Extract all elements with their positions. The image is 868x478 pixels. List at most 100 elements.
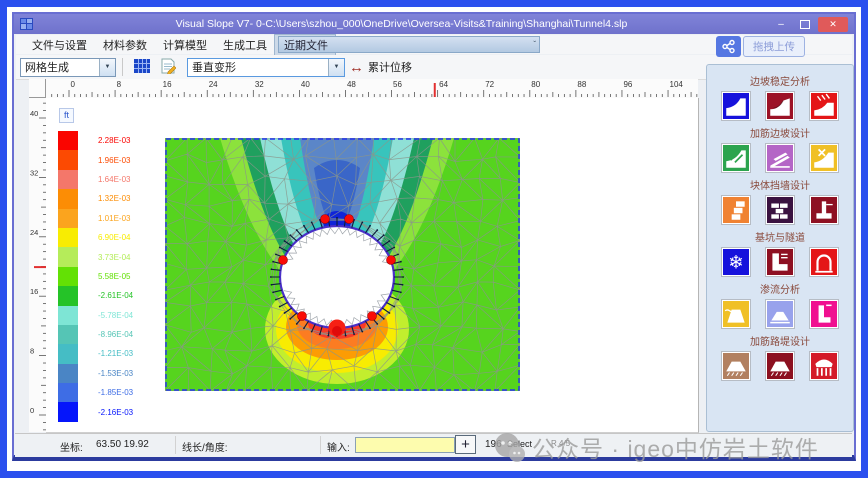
legend-swatch: [58, 169, 78, 190]
slope-rain-icon[interactable]: [809, 91, 839, 121]
legend-entry: -1.21E-03: [58, 344, 134, 364]
svg-text:24: 24: [209, 80, 218, 89]
tool-sidebar: 边坡稳定分析 加筋边坡设计块体挡墙设计 基坑与隧道 ❄ 渗流分析加筋路堤设计: [706, 64, 854, 432]
svg-text:40: 40: [301, 80, 310, 89]
legend-unit: ft: [59, 108, 75, 123]
embankment-fill-icon[interactable]: [765, 351, 795, 381]
sidebar-section-4: 基坑与隧道 ❄: [707, 229, 853, 277]
sidebar-section-label: 渗流分析: [760, 285, 800, 296]
mesh-tool-combo[interactable]: 网格生成 ▼: [20, 57, 116, 77]
menu-item-3[interactable]: 计算模型: [155, 35, 215, 55]
pile-embankment-icon[interactable]: [809, 351, 839, 381]
svg-text:40: 40: [30, 109, 38, 118]
watermark: 公众号 · igeo中仿岩土软件: [492, 430, 819, 464]
legend-swatch: [58, 247, 78, 267]
input-label: 输入:: [327, 443, 350, 454]
sidebar-section-label: 边坡稳定分析: [750, 77, 810, 88]
minimize-button[interactable]: –: [770, 17, 792, 32]
legend-value: -2.61E-04: [98, 291, 134, 301]
legend-entry: -2.61E-04: [58, 286, 134, 306]
vertical-ruler[interactable]: 40 32 24 16 8 0: [29, 98, 47, 432]
command-input[interactable]: [355, 437, 455, 453]
legend-value: -1.53E-03: [98, 368, 134, 378]
close-button[interactable]: ✕: [818, 16, 848, 32]
svg-text:8: 8: [30, 347, 34, 356]
menu-item-2[interactable]: 材料参数: [95, 35, 155, 55]
maximize-icon: [800, 19, 810, 29]
legend-entry: 1.01E-03: [58, 208, 133, 228]
result-type-combo[interactable]: 垂直变形 ▼: [187, 57, 345, 77]
seepage-structure-icon[interactable]: [809, 299, 839, 329]
drawing-canvas[interactable]: ft 2.28E-03 1.96E-03 1.64E-03 1.32E-03 1.01E…: [46, 98, 699, 433]
drag-upload-overlay[interactable]: 拖拽上传: [716, 36, 805, 57]
legend-swatch: [58, 227, 78, 248]
upload-button[interactable]: 拖拽上传: [743, 36, 805, 57]
retaining-wall-icon[interactable]: [809, 195, 839, 225]
legend-entry: 1.96E-03: [58, 150, 133, 170]
ground-freezing-icon[interactable]: ❄: [721, 247, 751, 277]
slope-stability-icon[interactable]: [721, 91, 751, 121]
legend-entry: 2.28E-03: [58, 131, 133, 151]
menu-item-1[interactable]: 文件与设置: [24, 35, 95, 55]
svg-text:88: 88: [577, 80, 586, 89]
coord-value: 63.50 19.92: [96, 439, 149, 450]
svg-text:56: 56: [393, 80, 402, 89]
sidebar-section-5: 渗流分析: [707, 281, 853, 329]
watermark-text: 公众号 · igeo中仿岩土软件: [532, 436, 819, 462]
svg-text:64: 64: [439, 80, 448, 89]
legend-entry: -2.16E-03: [58, 402, 134, 422]
wechat-icon: [495, 433, 525, 462]
edit-report-icon[interactable]: [160, 58, 177, 77]
legend-value: -8.96E-04: [98, 330, 134, 340]
zoom-crosshair-button[interactable]: +: [455, 435, 476, 454]
chevron-down-icon: ▼: [328, 58, 344, 76]
menu-item-4[interactable]: 生成工具: [215, 35, 275, 55]
app-icon: [20, 18, 33, 30]
legend-value: 1.64E-03: [98, 174, 131, 184]
brick-wall-icon[interactable]: [765, 195, 795, 225]
fem-model-view[interactable]: [165, 138, 520, 391]
sidebar-section-label: 加筋路堤设计: [750, 337, 810, 348]
recent-files-combo[interactable]: 近期文件 ˇ: [278, 36, 540, 53]
tunnel-icon[interactable]: [809, 247, 839, 277]
excavation-icon[interactable]: [765, 247, 795, 277]
mesh-grid-icon[interactable]: [134, 58, 150, 76]
svg-text:0: 0: [30, 406, 34, 415]
layered-slope-icon[interactable]: [765, 143, 795, 173]
legend-swatch: [58, 344, 78, 364]
legend-entry: -1.85E-03: [58, 383, 134, 403]
legend-entry: 6.90E-04: [58, 227, 133, 248]
slope-check-icon[interactable]: [809, 143, 839, 173]
legend-value: 2.28E-03: [98, 136, 131, 146]
svg-text:104: 104: [670, 80, 684, 89]
sidebar-section-6: 加筋路堤设计: [707, 333, 853, 381]
sidebar-section-2: 加筋边坡设计: [707, 125, 853, 173]
svg-text:16: 16: [30, 287, 38, 296]
svg-text:❄: ❄: [728, 252, 743, 273]
legend-entry: 1.32E-03: [58, 189, 133, 209]
embankment-icon[interactable]: [721, 351, 751, 381]
share-icon: [716, 36, 741, 57]
svg-text:24: 24: [30, 228, 38, 237]
legend-value: 1.01E-03: [98, 213, 131, 223]
legend-value: -1.85E-03: [98, 388, 134, 398]
sidebar-section-3: 块体挡墙设计: [707, 177, 853, 225]
title-bar[interactable]: Visual Slope V7- 0-C:\Users\szhou_000\On…: [14, 14, 854, 34]
horizontal-ruler[interactable]: 0 8 16 24 32 40 48 56 64 72 80 88 96 104: [46, 79, 698, 99]
embankment-seepage-icon[interactable]: [765, 299, 795, 329]
legend-value: 5.58E-05: [98, 271, 131, 281]
toolbar-separator: [122, 58, 123, 76]
legend-swatch: [58, 383, 78, 403]
dam-seepage-icon[interactable]: [721, 299, 751, 329]
legend-value: 3.73E-04: [98, 252, 131, 262]
legend-swatch: [58, 266, 78, 287]
cumulative-displacement-label[interactable]: 累计位移: [368, 59, 412, 75]
block-wall-icon[interactable]: [721, 195, 751, 225]
legend-value: -2.16E-03: [98, 407, 134, 417]
slope-failure-icon[interactable]: [765, 91, 795, 121]
legend-value: -1.21E-03: [98, 349, 134, 359]
reinforced-slope-icon[interactable]: [721, 143, 751, 173]
svg-text:32: 32: [30, 168, 38, 177]
sidebar-section-label: 加筋边坡设计: [750, 129, 810, 140]
maximize-button[interactable]: [794, 17, 816, 32]
